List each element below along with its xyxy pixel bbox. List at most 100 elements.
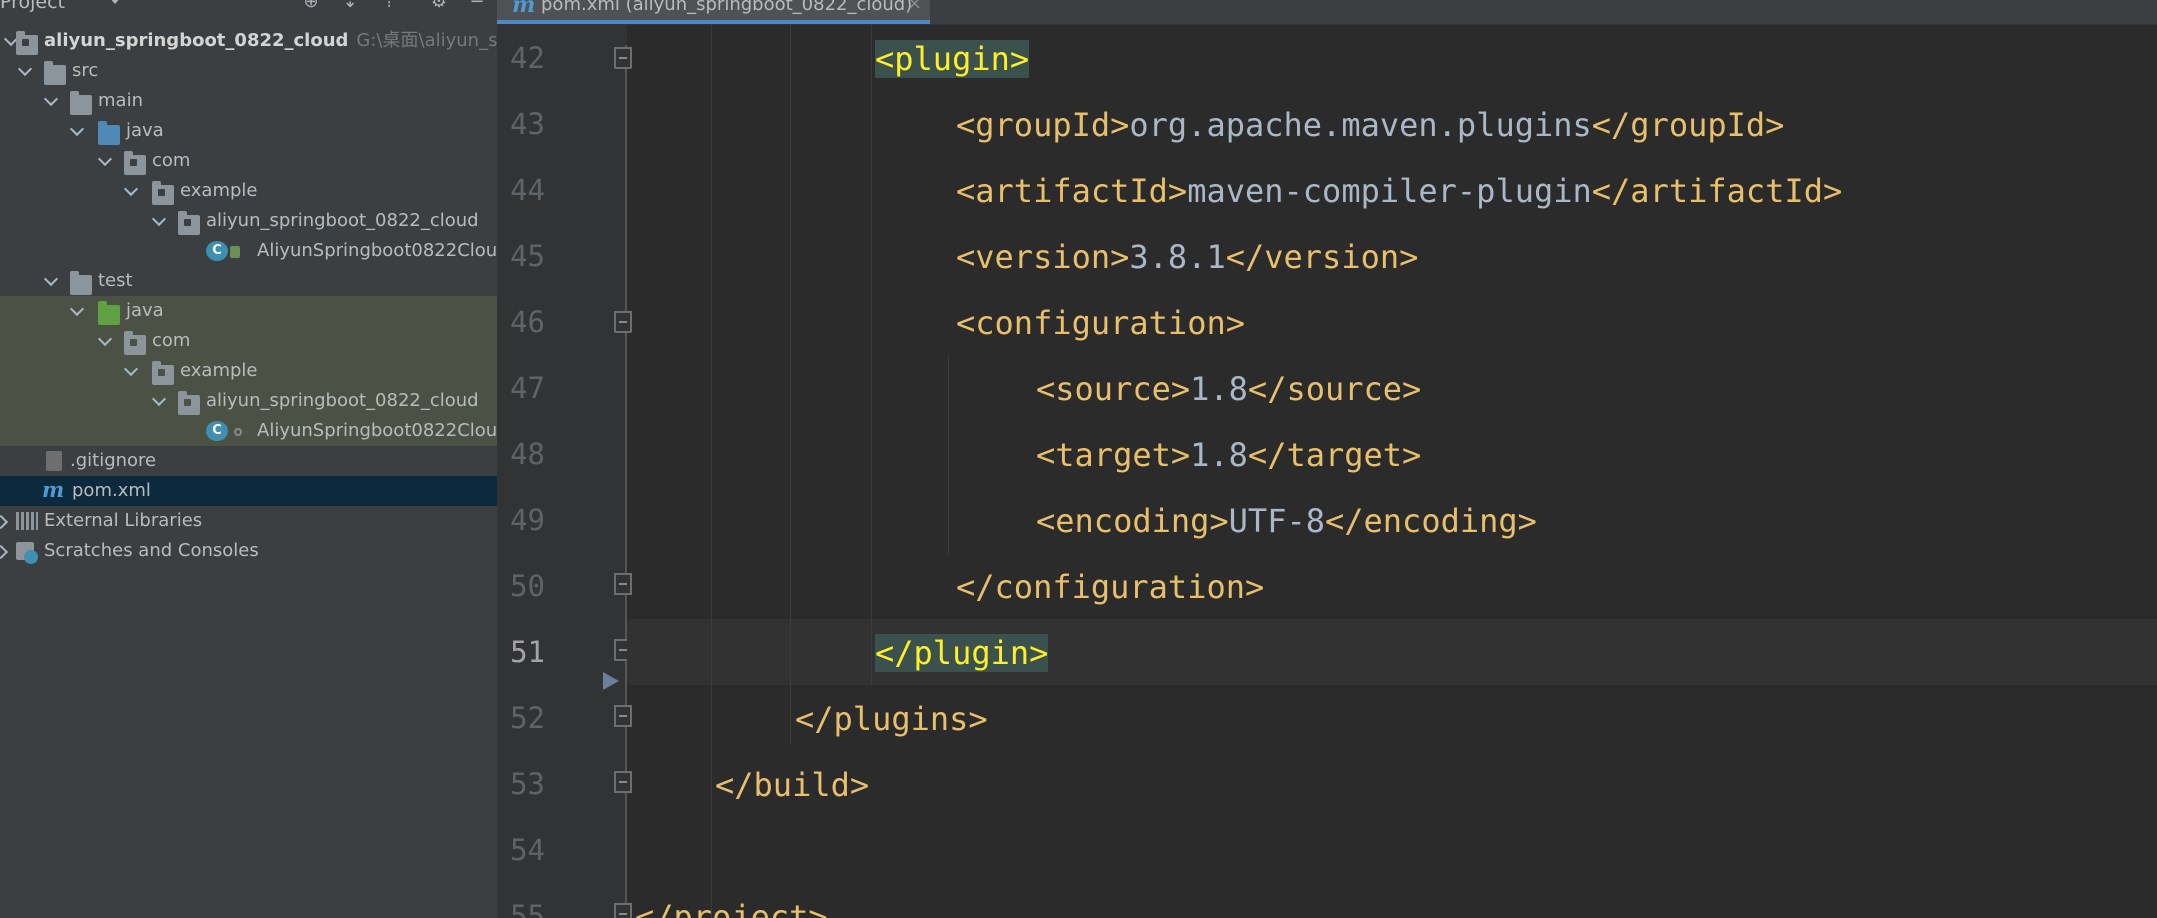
code-line-52[interactable]: </plugins> <box>795 699 988 739</box>
chevron-down-icon[interactable] <box>151 211 167 227</box>
code-line-46[interactable]: <configuration> <box>956 303 1245 343</box>
tree-item-test-java[interactable]: java <box>0 296 497 326</box>
tree-item-label: com <box>152 150 191 171</box>
tree-item-label: .gitignore <box>70 450 157 471</box>
chevron-right-icon[interactable] <box>0 514 9 530</box>
code-line-50[interactable]: </configuration> <box>956 567 1264 607</box>
libraries-icon <box>16 512 38 530</box>
tree-item-main-com[interactable]: com <box>0 146 497 176</box>
chevron-down-icon[interactable] <box>123 361 139 377</box>
package-icon <box>124 331 146 355</box>
tree-item-gitignore[interactable]: .gitignore <box>0 446 497 476</box>
close-icon[interactable]: × <box>907 0 922 14</box>
tree-item-label: aliyun_springboot_0822_cloud <box>206 390 479 411</box>
code-line-49[interactable]: <encoding>UTF-8</encoding> <box>1036 501 1537 541</box>
tree-item-label: External Libraries <box>44 510 203 531</box>
indent-guide <box>871 25 872 685</box>
tree-item-main-class[interactable]: C AliyunSpringboot0822Cloud <box>0 236 497 266</box>
chevron-down-icon[interactable] <box>17 61 33 77</box>
code-line-51[interactable]: </plugin> <box>875 633 1049 673</box>
line-number: 42 <box>510 41 545 75</box>
tree-item-test-com[interactable]: com <box>0 326 497 356</box>
editor-area: m pom.xml (aliyun_springboot_0822_cloud)… <box>497 0 2157 918</box>
project-tool-window: Project ⊕ ⇣ ⇡ ⚙ − aliyun_springboot_0822… <box>0 0 497 918</box>
caret-marker-icon <box>603 672 619 690</box>
chevron-down-icon[interactable] <box>97 151 113 167</box>
indent-guide <box>948 355 949 555</box>
chevron-down-icon[interactable] <box>43 91 59 107</box>
line-number: 55 <box>510 899 545 918</box>
gitignore-icon <box>46 451 62 471</box>
minimize-icon[interactable]: − <box>466 0 488 12</box>
chevron-down-icon[interactable] <box>123 181 139 197</box>
source-root-icon <box>98 121 120 145</box>
line-number: 53 <box>510 767 545 801</box>
tree-item-label: pom.xml <box>72 480 151 501</box>
code-line-43[interactable]: <groupId>org.apache.maven.plugins</group… <box>956 105 1784 145</box>
chevron-down-icon[interactable] <box>69 301 85 317</box>
code-line-48[interactable]: <target>1.8</target> <box>1036 435 1421 475</box>
maven-icon: m <box>42 477 65 502</box>
tree-item-main-example[interactable]: example <box>0 176 497 206</box>
tree-item-pom-xml[interactable]: m pom.xml <box>0 476 497 506</box>
tree-item-scratches[interactable]: Scratches and Consoles <box>0 536 497 566</box>
line-number: 43 <box>510 107 545 141</box>
line-number: 44 <box>510 173 545 207</box>
code-line-55[interactable]: </project> <box>635 897 828 918</box>
editor-gutter: 42 43 44 45 46 47 48 49 50 51 52 53 54 5… <box>497 25 627 918</box>
locate-icon[interactable]: ⊕ <box>300 0 322 12</box>
tree-item-main[interactable]: main <box>0 86 497 116</box>
folder-icon <box>70 91 92 115</box>
gear-icon[interactable]: ⚙ <box>428 0 450 12</box>
chevron-down-icon[interactable] <box>69 121 85 137</box>
line-number: 46 <box>510 305 545 339</box>
chevron-down-icon[interactable] <box>108 0 122 4</box>
xml-tag-matched: </plugin> <box>875 634 1049 672</box>
line-number: 48 <box>510 437 545 471</box>
chevron-down-icon[interactable] <box>43 271 59 287</box>
tree-item-src[interactable]: src <box>0 56 497 86</box>
chevron-right-icon[interactable] <box>0 544 9 560</box>
expand-all-icon[interactable]: ⇣ <box>339 0 361 12</box>
module-folder-icon <box>16 31 38 55</box>
line-number: 54 <box>510 833 545 867</box>
folder-icon <box>44 61 66 85</box>
tree-item-label: AliyunSpringboot0822Cloud <box>257 420 497 441</box>
xml-tag-matched: <plugin> <box>875 40 1030 78</box>
code-line-53[interactable]: </build> <box>715 765 869 805</box>
chevron-down-icon[interactable] <box>151 391 167 407</box>
tree-item-main-java[interactable]: java <box>0 116 497 146</box>
code-area[interactable]: <plugin> <groupId>org.apache.maven.plugi… <box>627 25 2157 918</box>
lock-icon <box>230 246 240 258</box>
tree-item-label: aliyun_springboot_0822_cloud <box>206 210 479 231</box>
code-line-47[interactable]: <source>1.8</source> <box>1036 369 1421 409</box>
package-icon <box>124 151 146 175</box>
tree-item-test-example[interactable]: example <box>0 356 497 386</box>
code-line-42[interactable]: <plugin> <box>875 39 1030 79</box>
tree-item-test-class[interactable]: C AliyunSpringboot0822Cloud <box>0 416 497 446</box>
line-number: 49 <box>510 503 545 537</box>
tree-item-main-package[interactable]: aliyun_springboot_0822_cloud <box>0 206 497 236</box>
line-number: 52 <box>510 701 545 735</box>
tree-item-external-libraries[interactable]: External Libraries <box>0 506 497 536</box>
tree-item-label: com <box>152 330 191 351</box>
tree-item-label: src <box>72 60 99 81</box>
tab-pom-xml[interactable]: m pom.xml (aliyun_springboot_0822_cloud)… <box>497 0 930 24</box>
folder-icon <box>70 271 92 295</box>
tree-item-test[interactable]: test <box>0 266 497 296</box>
chevron-down-icon[interactable] <box>97 331 113 347</box>
tree-item-test-package[interactable]: aliyun_springboot_0822_cloud <box>0 386 497 416</box>
tree-item-label: java <box>126 120 164 141</box>
tree-item-project-root[interactable]: aliyun_springboot_0822_cloud G:\桌面\aliyun… <box>0 26 497 56</box>
package-icon <box>152 361 174 385</box>
project-view-selector[interactable]: Project <box>0 0 65 13</box>
editor-tab-bar: m pom.xml (aliyun_springboot_0822_cloud)… <box>497 0 2157 25</box>
package-icon <box>178 211 200 235</box>
line-number: 47 <box>510 371 545 405</box>
test-root-icon <box>98 301 120 325</box>
code-line-44[interactable]: <artifactId>maven-compiler-plugin</artif… <box>956 171 1842 211</box>
indent-guide <box>711 25 712 918</box>
code-line-45[interactable]: <version>3.8.1</version> <box>956 237 1418 277</box>
project-panel-header: Project ⊕ ⇣ ⇡ ⚙ − <box>0 0 497 14</box>
collapse-all-icon[interactable]: ⇡ <box>378 0 400 12</box>
